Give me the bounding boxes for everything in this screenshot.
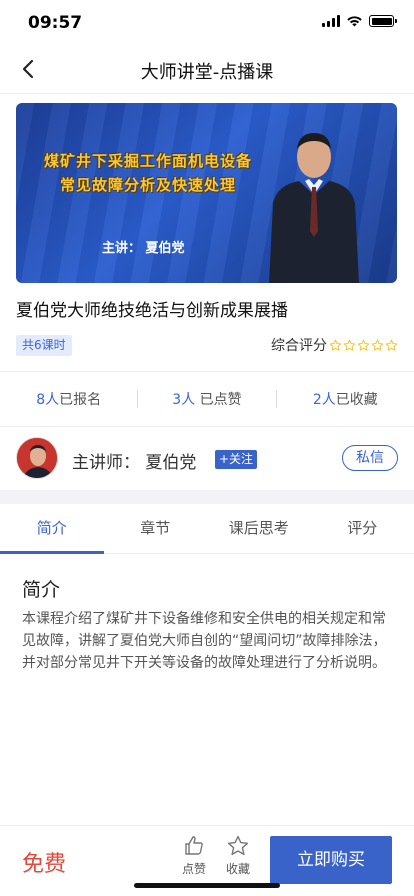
- stat-favorites-label: 已收藏: [335, 392, 378, 408]
- stat-favorites-count: 2人: [312, 392, 336, 408]
- tab-intro[interactable]: 简介: [0, 504, 104, 554]
- lesson-count-badge: 共6课时: [16, 335, 72, 356]
- banner-title: 煤矿井下采掘工作面机电设备 常见故障分析及快速处理: [38, 149, 258, 197]
- tab-rating[interactable]: 评分: [311, 504, 414, 553]
- price-label: 免费: [22, 852, 67, 877]
- overall-rating: 综合评分: [271, 335, 398, 355]
- teacher-avatar[interactable]: [16, 437, 58, 479]
- stat-likes: 3人 已点赞: [138, 389, 275, 409]
- stats-row: 8人已报名 3人 已点赞 2人已收藏: [0, 372, 414, 426]
- rating-label: 综合评分: [271, 338, 327, 354]
- stat-enrolled-label: 已报名: [59, 392, 102, 408]
- message-button[interactable]: 私信: [342, 445, 398, 471]
- teacher-name: 主讲师： 夏伯党: [72, 453, 197, 473]
- intro-heading: 简介: [22, 579, 61, 601]
- section-gap: [0, 490, 414, 504]
- banner-speaker: 主讲： 夏伯党: [102, 241, 185, 256]
- status-icons: [322, 15, 397, 27]
- tab-chapters[interactable]: 章节: [104, 504, 208, 553]
- presenter-image: [269, 133, 359, 283]
- wifi-icon: [347, 16, 362, 27]
- banner-title-line2: 常见故障分析及快速处理: [59, 176, 236, 194]
- rating-star-icon: [343, 339, 356, 351]
- intro-body: 本课程介绍了煤矿井下设备维修和安全供电的相关规定和常见故障，讲解了夏伯党大师自创…: [22, 611, 387, 671]
- stat-enrolled-count: 8人: [36, 392, 60, 408]
- teacher-row: 主讲师： 夏伯党 +关注 私信: [0, 427, 414, 489]
- battery-icon: [369, 15, 397, 27]
- like-button[interactable]: 点赞: [174, 834, 214, 877]
- favorite-button[interactable]: 收藏: [218, 834, 258, 877]
- star-outline-icon: [227, 835, 249, 856]
- rating-star-icon: [357, 339, 370, 351]
- banner-title-line1: 煤矿井下采掘工作面机电设备: [43, 152, 252, 170]
- nav-bar: 大师讲堂-点播课: [0, 44, 414, 94]
- stat-likes-label: 已点赞: [195, 392, 242, 408]
- tab-bar: 简介 章节 课后思考 评分: [0, 504, 414, 554]
- rating-star-icon: [385, 339, 398, 351]
- rating-star-icon: [371, 339, 384, 351]
- course-title: 夏伯党大师绝技绝活与创新成果展播: [16, 301, 288, 321]
- tab-reflection[interactable]: 课后思考: [207, 504, 311, 553]
- cellular-signal-icon: [322, 15, 340, 27]
- home-indicator: [134, 883, 280, 888]
- stat-enrolled: 8人已报名: [0, 389, 137, 409]
- stat-likes-count: 3人: [172, 392, 196, 408]
- rating-star-icon: [329, 339, 342, 351]
- status-time: 09:57: [28, 13, 83, 33]
- course-video-banner[interactable]: 煤矿井下采掘工作面机电设备 常见故障分析及快速处理 主讲： 夏伯党: [16, 103, 397, 283]
- like-label: 点赞: [181, 862, 206, 876]
- stat-favorites: 2人已收藏: [277, 389, 414, 409]
- favorite-label: 收藏: [225, 862, 250, 876]
- status-bar: 09:57: [0, 0, 414, 44]
- avatar-image: [17, 438, 57, 478]
- rating-stars: [329, 339, 398, 352]
- follow-button[interactable]: +关注: [215, 450, 258, 469]
- page-title: 大师讲堂-点播课: [140, 62, 274, 83]
- thumbs-up-icon: [185, 836, 203, 855]
- buy-now-button[interactable]: 立即购买: [270, 836, 392, 884]
